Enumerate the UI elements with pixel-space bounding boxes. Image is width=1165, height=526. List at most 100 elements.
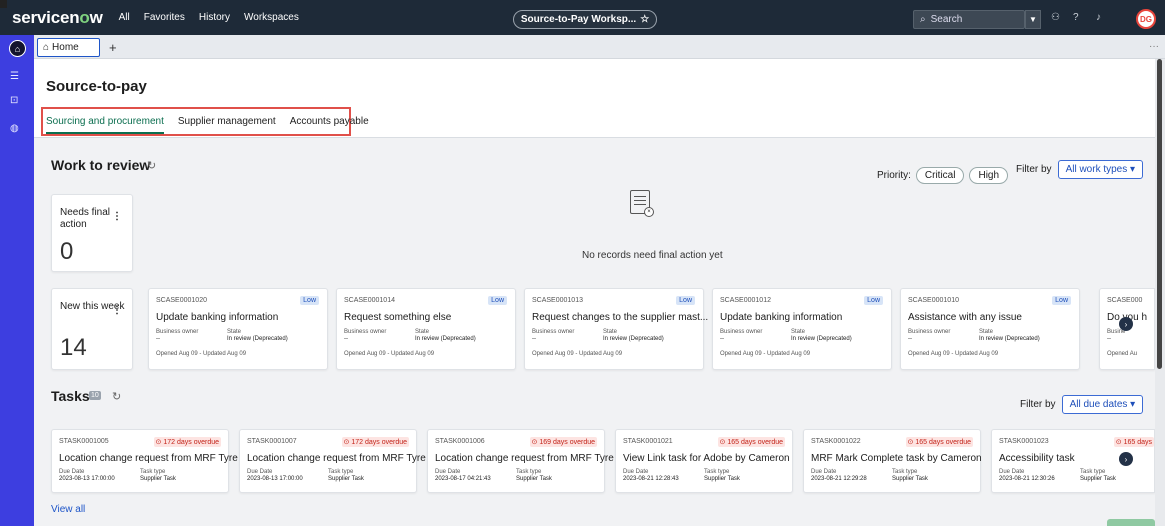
work-to-review-title: Work to review (51, 157, 151, 173)
chat-icon[interactable]: ⚇ (1051, 12, 1060, 23)
tab-accounts-payable[interactable]: Accounts payable (290, 116, 369, 134)
owner-label: Business owner (908, 329, 951, 335)
more-options-icon[interactable]: ⋮ (112, 211, 122, 222)
case-dates: Opened Aug 09 - Updated Aug 09 (908, 351, 999, 357)
new-this-week-card[interactable]: New this week ⋮ 14 (51, 288, 133, 370)
notifications-bell-icon[interactable]: ♪ (1096, 12, 1101, 23)
case-card[interactable]: SCASE0001013 Low Request changes to the … (524, 288, 708, 370)
task-title: Accessibility task (999, 453, 1075, 464)
task-card[interactable]: STASK0001007 ⊙ 172 days overdue Location… (239, 429, 426, 493)
scroll-right-icon[interactable]: › (1119, 452, 1133, 466)
dashboard-icon[interactable]: ◍ (10, 123, 19, 134)
tasks-title: Tasks (51, 388, 90, 404)
state-value: In review (Deprecated) (227, 336, 288, 342)
more-options-icon[interactable]: ⋮ (112, 305, 122, 316)
task-number: STASK0001005 (59, 438, 109, 445)
state-label: State (415, 329, 430, 335)
type-value: Supplier Task (140, 476, 176, 482)
view-all-link[interactable]: View all (51, 504, 85, 515)
task-card[interactable]: STASK0001022 ⊙ 165 days overdue MRF Mark… (803, 429, 982, 493)
more-options-icon[interactable]: ··· (1149, 41, 1159, 52)
tab-home[interactable]: ⌂ Home (37, 38, 100, 57)
priority-high-chip[interactable]: High (969, 167, 1009, 184)
empty-state-text: No records need final action yet (582, 250, 723, 261)
case-title: Request something else (344, 312, 452, 323)
case-card[interactable]: SCASE0001010 Low Assistance with any iss… (900, 288, 1080, 370)
task-card[interactable]: STASK0001021 ⊙ 165 days overdue View Lin… (615, 429, 793, 493)
search-placeholder: Search (930, 14, 963, 25)
refresh-icon[interactable]: ↻ (112, 390, 121, 403)
workspace-pill[interactable]: Source-to-Pay Worksp... ☆ (513, 10, 657, 29)
case-number: SCASE0001014 (344, 297, 395, 304)
task-title: Location change request from MRF Tyre (247, 453, 426, 464)
global-search-input[interactable]: ⌕ Search (913, 10, 1025, 29)
state-value: In review (Deprecated) (979, 336, 1040, 342)
owner-value: -- (720, 336, 724, 342)
user-avatar[interactable]: DG (1136, 9, 1156, 29)
needs-final-action-card[interactable]: Needs final action ⋮ 0 (51, 194, 133, 272)
workspace-tab-bar: ⌂ Home + ··· (34, 35, 1165, 59)
task-card[interactable]: STASK0001005 ⊙ 172 days overdue Location… (51, 429, 238, 493)
due-label: Due Date (435, 469, 461, 475)
nav-workspaces[interactable]: Workspaces (244, 12, 299, 23)
owner-value: -- (532, 336, 536, 342)
add-tab-button[interactable]: + (109, 40, 117, 55)
tab-supplier-management[interactable]: Supplier management (178, 116, 276, 134)
case-card[interactable]: SCASE0001020 Low Update banking informat… (148, 288, 328, 370)
task-card[interactable]: STASK0001006 ⊙ 169 days overdue Location… (427, 429, 614, 493)
task-number: STASK0001007 (247, 438, 297, 445)
corner-widget[interactable] (1107, 519, 1155, 526)
window-edge-marker (0, 0, 7, 8)
tasks-count-badge: 10 (89, 391, 101, 400)
filter-by-label: Filter by (1020, 399, 1056, 410)
owner-value: -- (344, 336, 348, 342)
task-number: STASK0001022 (811, 438, 861, 445)
case-number: SCASE0001012 (720, 297, 771, 304)
servicenow-logo[interactable]: servicenow (12, 8, 103, 28)
case-card[interactable]: SCASE0001014 Low Request something else … (336, 288, 516, 370)
case-number: SCASE000 (1107, 297, 1143, 304)
help-icon[interactable]: ? (1073, 12, 1079, 23)
search-scope-dropdown[interactable]: ▼ (1025, 10, 1041, 29)
priority-badge: Low (676, 296, 695, 305)
due-dates-dropdown[interactable]: All due dates ▾ (1061, 395, 1144, 414)
list-icon[interactable]: ☰ (10, 71, 19, 82)
type-label: Task type (328, 469, 354, 475)
page-title: Source-to-pay (46, 78, 147, 95)
priority-critical-chip[interactable]: Critical (915, 167, 965, 184)
inbox-icon[interactable]: ⊡ (10, 95, 18, 106)
star-icon[interactable]: ☆ (640, 14, 649, 25)
work-types-dropdown[interactable]: All work types ▾ (1057, 160, 1144, 179)
home-tab-icon: ⌂ (43, 42, 50, 53)
state-value: In review (Deprecated) (603, 336, 664, 342)
case-dates: Opened Aug 09 - Updated Aug 09 (720, 351, 811, 357)
home-icon[interactable]: ⌂ (9, 40, 26, 57)
case-title: Assistance with any issue (908, 312, 1022, 323)
refresh-icon[interactable]: ↻ (147, 159, 156, 172)
overdue-badge: ⊙ 165 days overdue (717, 437, 785, 447)
owner-value: -- (908, 336, 912, 342)
scroll-right-icon[interactable]: › (1119, 317, 1133, 331)
type-label: Task type (1080, 469, 1106, 475)
nav-favorites[interactable]: Favorites (144, 12, 185, 23)
tasks-filter: Filter by All due dates ▾ (1020, 395, 1144, 414)
filter-by-label: Filter by (1016, 164, 1052, 175)
tab-sourcing-and-procurement[interactable]: Sourcing and procurement (46, 116, 164, 134)
scrollbar-thumb[interactable] (1157, 59, 1162, 369)
state-label: State (791, 329, 806, 335)
type-label: Task type (892, 469, 918, 475)
page-scrollbar[interactable] (1155, 59, 1165, 526)
due-value: 2023-08-13 17:00:00 (247, 476, 303, 482)
nav-history[interactable]: History (199, 12, 230, 23)
case-card[interactable]: SCASE0001012 Low Update banking informat… (712, 288, 892, 370)
nav-all[interactable]: All (119, 12, 130, 23)
task-title: Location change request from MRF Tyre (59, 453, 238, 464)
type-label: Task type (516, 469, 542, 475)
case-number: SCASE0001013 (532, 297, 583, 304)
case-title: Update banking information (156, 312, 279, 323)
due-value: 2023-08-21 12:28:43 (623, 476, 679, 482)
task-number: STASK0001021 (623, 438, 673, 445)
overdue-badge: ⊙ 172 days overdue (153, 437, 221, 447)
owner-label: Business owner (156, 329, 199, 335)
search-icon: ⌕ (920, 14, 926, 25)
